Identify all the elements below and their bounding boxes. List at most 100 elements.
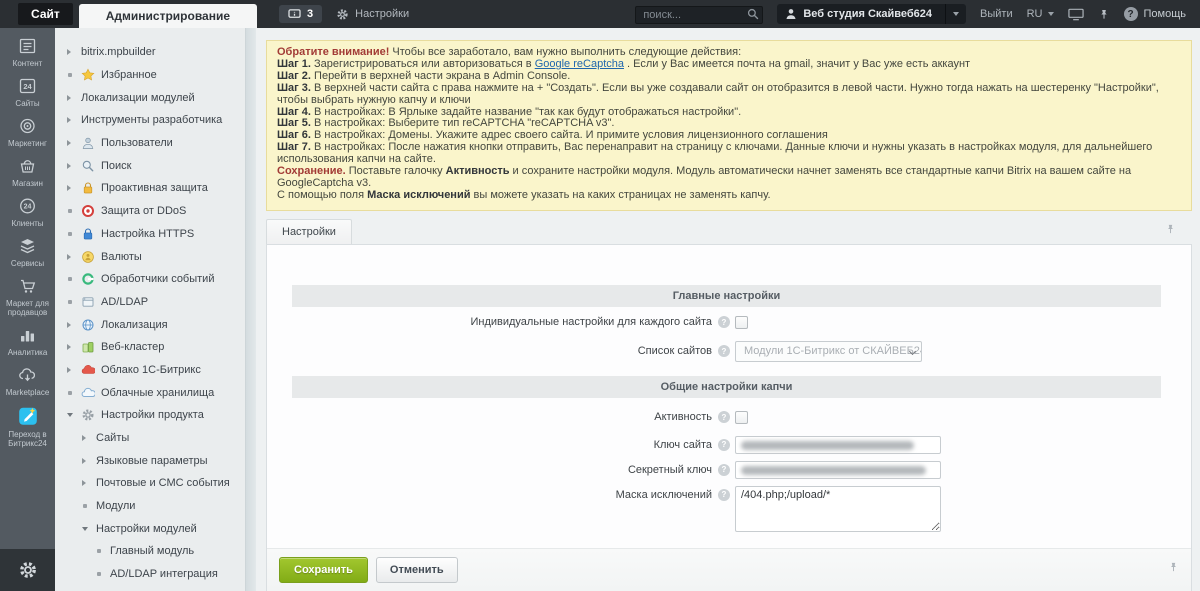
sidebar-item-adldap[interactable]: AD/LDAP: [55, 291, 245, 314]
leaf-marker-icon: [67, 209, 75, 213]
rail-item-clients[interactable]: 24 Клиенты: [0, 196, 55, 228]
rail-item-services[interactable]: Сервисы: [0, 236, 55, 268]
rail-item-sites[interactable]: 24 Сайты: [0, 76, 55, 108]
rail-item-bitrix24[interactable]: Переход в Битрикс24: [0, 405, 55, 448]
rail-item-content[interactable]: Контент: [0, 36, 55, 68]
help-icon[interactable]: ?: [718, 488, 730, 501]
notice-strong: Шаг 2.: [277, 69, 311, 82]
notifications-button[interactable]: 3: [279, 5, 323, 23]
help-icon[interactable]: ?: [718, 463, 730, 476]
cluster-icon: [82, 342, 94, 353]
sidebar-item-label: Защита от DDoS: [101, 205, 187, 218]
active-checkbox[interactable]: [735, 410, 748, 424]
search-input[interactable]: [635, 5, 764, 24]
sidebar-item-currencies[interactable]: Валюты: [55, 245, 245, 268]
blurred-value: [741, 465, 926, 475]
sidebar-item-sites[interactable]: Сайты: [55, 427, 245, 450]
sidebar-item-users[interactable]: Пользователи: [55, 132, 245, 155]
sidebar-item-ddos-protection[interactable]: Защита от DDoS: [55, 200, 245, 223]
sidebar-item-module-localizations[interactable]: Локализации модулей: [55, 86, 245, 109]
pin-topbar-button[interactable]: [1098, 8, 1110, 21]
expand-arrow-icon: [82, 480, 90, 486]
desktop-view-button[interactable]: [1067, 8, 1084, 21]
notice-text: В настройках: В Ярлыке задайте название …: [310, 105, 742, 118]
sidebar-item-https-settings[interactable]: Настройка HTTPS: [55, 223, 245, 246]
notice-strong: Шаг 5.: [277, 117, 311, 130]
rail-item-marketplace[interactable]: Marketplace: [0, 365, 55, 397]
site-list-select[interactable]: Модули 1С-Битрикс от СКАЙВЕБ24: [735, 340, 922, 362]
search-icon: [82, 160, 94, 172]
sidebar-item-localization[interactable]: Локализация: [55, 313, 245, 336]
sidebar-item-mail-sms-events[interactable]: Почтовые и СМС события: [55, 472, 245, 495]
user-menu[interactable]: Веб студия Скайвеб624: [777, 4, 967, 24]
gear-icon: [337, 8, 348, 20]
notice-text: Поставьте галочку: [345, 165, 446, 178]
rail-item-analytics[interactable]: Аналитика: [0, 325, 55, 357]
sidebar-item-cloud-storage[interactable]: Облачные хранилища: [55, 381, 245, 404]
notice-strong: Шаг 4.: [277, 105, 311, 118]
sidebar-item-modules[interactable]: Модули: [55, 495, 245, 518]
pin-icon: [1171, 563, 1176, 572]
tab-site[interactable]: Сайт: [18, 3, 73, 25]
sidebar-item-label: Поиск: [101, 159, 132, 172]
help-icon[interactable]: ?: [718, 438, 730, 451]
help-button[interactable]: ? Помощь: [1123, 7, 1186, 21]
sidebar-item-product-settings[interactable]: Настройки продукта: [55, 404, 245, 427]
exclusion-mask-textarea[interactable]: /404.php;/upload/*: [735, 485, 941, 532]
sidebar-item-main-module[interactable]: Главный модуль: [55, 540, 245, 563]
tab-administration[interactable]: Администрирование: [78, 4, 258, 28]
sidebar-item-label: Облако 1С-Битрикс: [101, 363, 201, 376]
field-label: Список сайтов: [637, 345, 712, 358]
sidebar-item-bitrix-cloud[interactable]: Облако 1С-Битрикс: [55, 359, 245, 382]
cancel-button[interactable]: Отменить: [375, 556, 458, 583]
sidebar-item-dev-tools[interactable]: Инструменты разработчика: [55, 109, 245, 132]
sidebar-item-mpbuilder[interactable]: bitrix.mpbuilder: [55, 41, 245, 64]
topbar-settings-button[interactable]: Настройки: [336, 8, 409, 21]
notice-box: Обратите внимание! Чтобы все заработало,…: [266, 40, 1192, 211]
sidebar-resize-handle[interactable]: [245, 28, 256, 591]
leaf-marker-icon: [67, 300, 75, 304]
sidebar-item-label: Валюты: [101, 250, 142, 263]
notifications-count: 3: [307, 8, 314, 20]
per-site-checkbox[interactable]: [735, 315, 748, 329]
sidebar-item-proactive-protection[interactable]: Проактивная защита: [55, 177, 245, 200]
gear-icon: [82, 409, 94, 421]
form-footer: Сохранить Отменить: [267, 547, 1191, 591]
pin-settings-button[interactable]: [1165, 222, 1176, 241]
cart-icon: [21, 279, 36, 293]
save-button[interactable]: Сохранить: [279, 556, 368, 583]
form-row-secret-key: Секретный ключ ?: [292, 460, 1161, 479]
rail-settings-button[interactable]: [0, 549, 55, 591]
user-menu-caret[interactable]: [945, 4, 966, 24]
site-list-selected-option: Модули 1С-Битрикс от СКАЙВЕБ24: [744, 345, 922, 358]
rail-item-marketing[interactable]: Маркетинг: [0, 116, 55, 148]
sidebar-item-search[interactable]: Поиск: [55, 154, 245, 177]
notice-strong: Активность: [445, 165, 510, 178]
sidebar-item-adldap-integration[interactable]: AD/LDAP интеграция: [55, 563, 245, 586]
secret-key-input[interactable]: [735, 460, 941, 479]
notice-line: Шаг 7. В настройках: После нажатия кнопк…: [277, 141, 1181, 166]
sidebar-item-web-cluster[interactable]: Веб-кластер: [55, 336, 245, 359]
rail-item-shop[interactable]: Магазин: [0, 156, 55, 188]
help-icon[interactable]: ?: [718, 411, 730, 424]
rail-item-seller-market[interactable]: Маркет для продавцов: [0, 276, 55, 317]
expand-arrow-icon: [67, 49, 75, 55]
module-settings-form: Главные настройки Индивидуальные настрой…: [292, 284, 1161, 532]
help-icon[interactable]: ?: [718, 316, 730, 329]
sidebar-item-label: Языковые параметры: [96, 454, 208, 467]
language-selector[interactable]: RU: [1027, 8, 1054, 20]
help-icon[interactable]: ?: [718, 345, 730, 358]
pin-footer-button[interactable]: [1168, 560, 1179, 579]
chevron-down-icon: [1047, 12, 1054, 16]
site-key-input[interactable]: [735, 435, 941, 454]
rail-item-label: Переход в Битрикс24: [8, 430, 47, 448]
sidebar-item-language-params[interactable]: Языковые параметры: [55, 449, 245, 472]
logout-link[interactable]: Выйти: [980, 8, 1013, 20]
sidebar-item-event-handlers[interactable]: Обработчики событий: [55, 268, 245, 291]
tab-settings[interactable]: Настройки: [266, 218, 352, 245]
sidebar-item-favorites[interactable]: Избранное: [55, 64, 245, 87]
sidebar-item-module-settings[interactable]: Настройки модулей: [55, 517, 245, 540]
google-recaptcha-link[interactable]: Google reCaptcha: [535, 58, 624, 70]
sidebar-item-label: Почтовые и СМС события: [96, 477, 230, 490]
globe-icon: [82, 319, 94, 331]
